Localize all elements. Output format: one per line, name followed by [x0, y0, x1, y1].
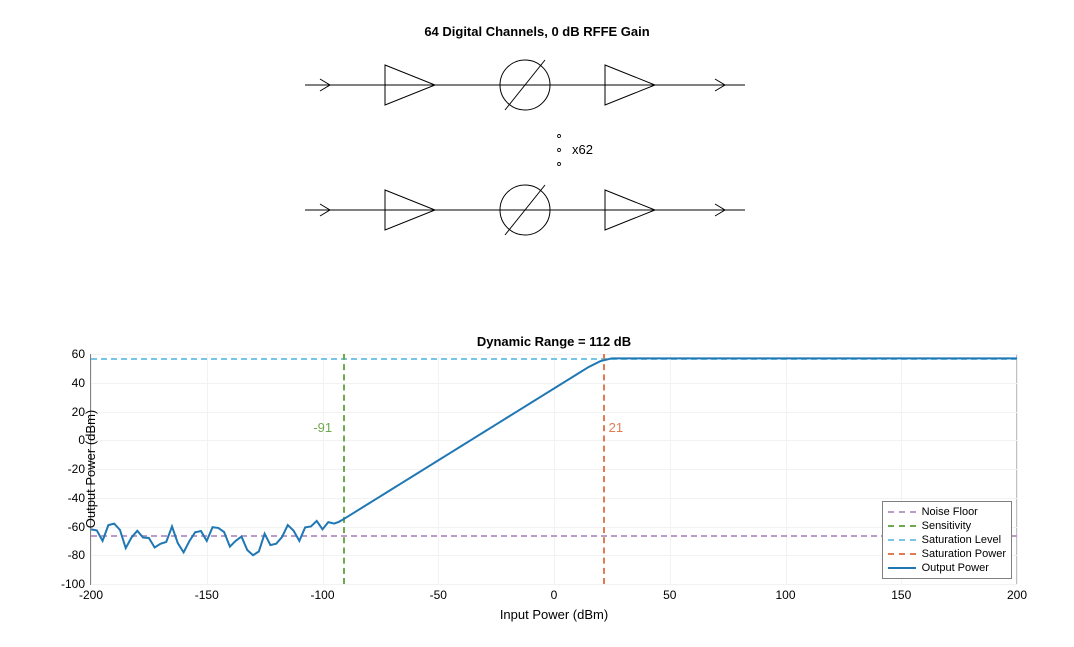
y-tick: 60 — [53, 347, 85, 361]
legend-item-saturation-level: Saturation Level — [888, 533, 1006, 547]
legend-item-saturation-power: Saturation Power — [888, 547, 1006, 561]
x-tick: 100 — [766, 588, 806, 602]
y-tick: -20 — [53, 462, 85, 476]
y-tick: -60 — [53, 520, 85, 534]
x-tick: -150 — [187, 588, 227, 602]
legend-swatch — [888, 553, 916, 555]
replicate-label: x62 — [572, 142, 593, 157]
legend-item-output-power: Output Power — [888, 561, 1006, 575]
legend-item-sensitivity: Sensitivity — [888, 519, 1006, 533]
legend-label: Output Power — [922, 561, 989, 575]
legend: Noise Floor Sensitivity Saturation Level… — [882, 501, 1012, 579]
y-tick: -100 — [53, 577, 85, 591]
x-tick: 0 — [534, 588, 574, 602]
y-tick: -40 — [53, 491, 85, 505]
chart-axes: Dynamic Range = 112 dB -91 21 -200-150-1… — [90, 354, 1017, 585]
y-tick: 20 — [53, 405, 85, 419]
x-label: Input Power (dBm) — [91, 607, 1017, 622]
y-tick: 40 — [53, 376, 85, 390]
legend-label: Noise Floor — [922, 505, 978, 519]
x-tick: 200 — [997, 588, 1037, 602]
x-tick: 50 — [650, 588, 690, 602]
legend-label: Saturation Level — [922, 533, 1002, 547]
y-tick: -80 — [53, 548, 85, 562]
legend-label: Saturation Power — [922, 547, 1006, 561]
figure-title: 64 Digital Channels, 0 dB RFFE Gain — [0, 24, 1074, 39]
legend-item-noise-floor: Noise Floor — [888, 505, 1006, 519]
legend-swatch — [888, 539, 916, 541]
x-tick: -100 — [303, 588, 343, 602]
signal-chain-1 — [305, 55, 745, 115]
x-tick: -50 — [418, 588, 458, 602]
y-tick: 0 — [53, 433, 85, 447]
legend-swatch — [888, 511, 916, 513]
x-tick: 150 — [881, 588, 921, 602]
signal-chain-2 — [305, 180, 745, 240]
chart-title: Dynamic Range = 112 dB — [91, 334, 1017, 349]
legend-label: Sensitivity — [922, 519, 972, 533]
plot-canvas — [91, 354, 1017, 584]
y-label: Output Power (dBm) — [83, 410, 98, 529]
legend-swatch — [888, 525, 916, 527]
output-power-series — [91, 358, 1017, 555]
ellipsis-dot: ∘ — [555, 156, 563, 172]
legend-swatch — [888, 567, 916, 569]
figure: 64 Digital Channels, 0 dB RFFE Gain ∘ ∘ … — [0, 0, 1074, 647]
